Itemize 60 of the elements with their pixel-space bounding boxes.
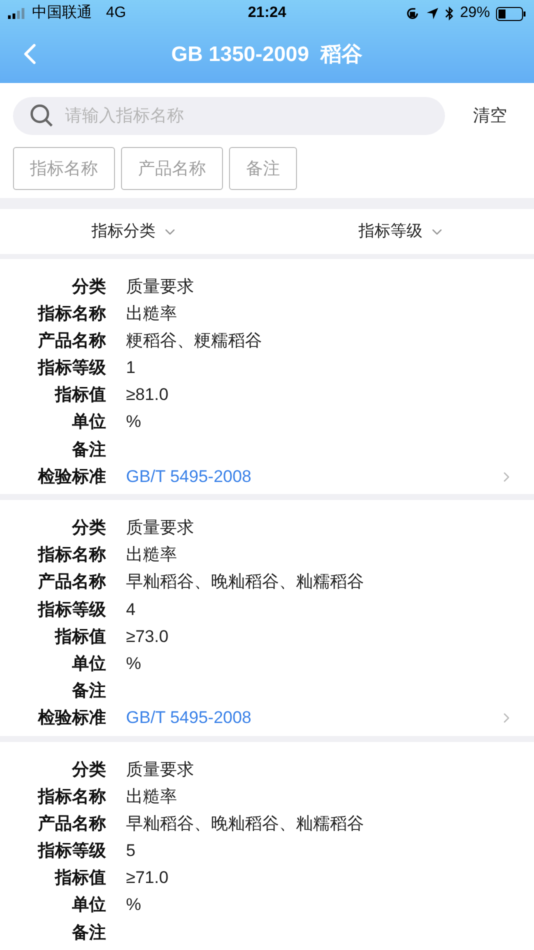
field-value: 质量要求 <box>126 758 194 781</box>
field-label: 指标名称 <box>36 544 106 566</box>
field-value: ≥81.0 <box>126 384 168 406</box>
field-label: 产品名称 <box>36 812 106 835</box>
sort-dropdown[interactable]: 指标等级 <box>267 209 534 254</box>
field-value: ≥71.0 <box>126 867 168 890</box>
field-value: 早籼稻谷、晚籼稻谷、籼糯稻谷 <box>126 812 364 835</box>
sort-dropdown[interactable]: 指标分类 <box>0 209 267 254</box>
page-title: GB 1350-2009 稻谷 <box>171 42 363 68</box>
field-label: 指标名称 <box>36 786 106 808</box>
field-label: 指标等级 <box>36 840 106 862</box>
field-value: 质量要求 <box>126 517 194 540</box>
field-label: 指标等级 <box>36 598 106 621</box>
field-label: 单位 <box>71 411 106 434</box>
carrier-text: 中国联通 <box>32 3 92 24</box>
field-label: 备注 <box>71 680 106 702</box>
field-value: % <box>126 894 142 916</box>
standard-link[interactable]: GB/T 5495-2008 <box>126 705 252 731</box>
battery-text: 29% <box>460 3 490 24</box>
field-label: 单位 <box>71 894 106 916</box>
field-value: % <box>126 411 142 434</box>
field-value: 5 <box>126 840 136 862</box>
field-label: 指标值 <box>54 384 106 406</box>
field-value: 出糙率 <box>126 302 177 325</box>
field-value: 早籼稻谷、晚籼稻谷、籼糯稻谷 <box>126 571 364 594</box>
bluetooth-icon <box>444 6 454 21</box>
field-label: 备注 <box>71 438 106 461</box>
field-value: 出糙率 <box>126 786 177 808</box>
field-value: 1 <box>126 357 136 380</box>
field-value: 4 <box>126 598 136 621</box>
field-value: ≥73.0 <box>126 626 168 648</box>
field-value: 粳稻谷、粳糯稻谷 <box>126 330 262 352</box>
field-label: 分类 <box>70 517 106 540</box>
filter-chip[interactable]: 备注 <box>229 147 297 190</box>
location-icon <box>426 7 439 20</box>
field-value: 质量要求 <box>126 276 194 298</box>
field-label: 指标值 <box>54 626 106 648</box>
search-icon <box>29 103 55 129</box>
field-label: 单位 <box>71 652 106 675</box>
rotation-lock-icon <box>404 6 420 21</box>
field-label: 备注 <box>71 922 106 944</box>
standard-link[interactable]: GB/T 5495-2008 <box>126 464 252 490</box>
field-label: 分类 <box>70 276 106 298</box>
clear-button[interactable]: 清空 <box>473 103 507 129</box>
field-label: 分类 <box>70 758 106 781</box>
field-label: 产品名称 <box>36 571 106 594</box>
field-label: 指标值 <box>54 867 106 890</box>
field-label: 指标等级 <box>36 357 106 380</box>
field-label: 检验标准 <box>36 707 106 730</box>
field-label: 指标名称 <box>36 302 106 325</box>
filter-chip[interactable]: 指标名称 <box>13 147 115 190</box>
field-value: % <box>126 652 142 675</box>
filter-chip[interactable]: 产品名称 <box>121 147 223 190</box>
field-value: 出糙率 <box>126 544 177 566</box>
time-text: 21:24 <box>248 3 286 24</box>
network-text: 4G <box>106 3 126 24</box>
battery-icon <box>496 6 526 20</box>
field-label: 检验标准 <box>36 466 106 488</box>
search-field[interactable]: 请输入指标名称 <box>13 97 445 135</box>
field-label: 产品名称 <box>36 330 106 352</box>
